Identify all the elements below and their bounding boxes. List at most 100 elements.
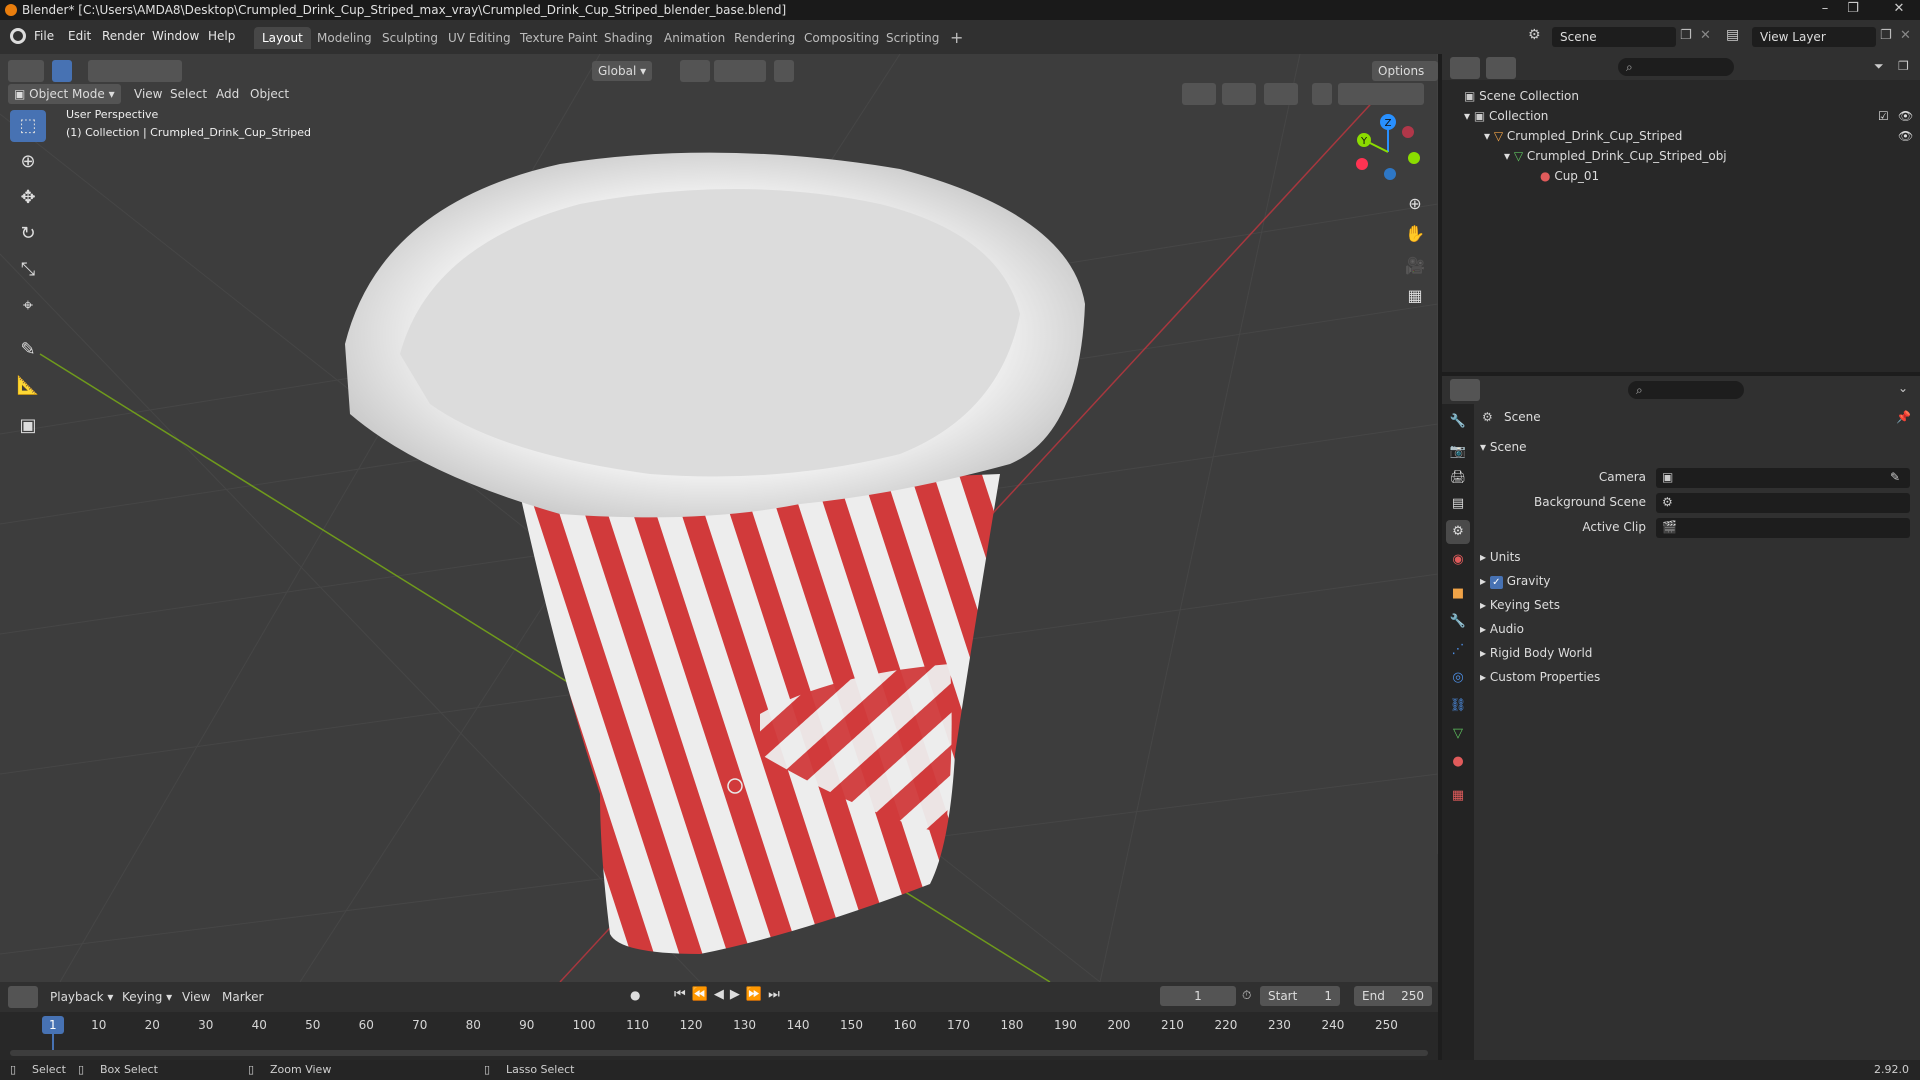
menu-object[interactable]: Object (244, 84, 295, 104)
menu-view-timeline[interactable]: View (176, 987, 216, 1007)
visibility-icon[interactable] (1182, 83, 1216, 105)
end-frame-field[interactable]: End 250 (1354, 986, 1432, 1006)
transform-tool-icon[interactable]: ⌖ (10, 290, 46, 322)
scene-tab-icon[interactable]: ⚙ (1446, 520, 1470, 544)
start-frame-field[interactable]: Start 1 (1260, 986, 1340, 1006)
world-tab-icon[interactable]: ◉ (1446, 548, 1470, 572)
eyedropper-icon[interactable]: ✎ (1890, 470, 1900, 484)
new-scene-icon[interactable]: ❐ (1680, 28, 1692, 43)
scene-selector-icon[interactable]: ⚙ (1528, 27, 1541, 43)
ortho-toggle-icon[interactable]: ▦ (1401, 282, 1429, 310)
output-tab-icon[interactable]: 🖨 (1446, 466, 1470, 490)
modifier-tab-icon[interactable]: 🔧 (1446, 610, 1470, 634)
proportional-edit-icon[interactable] (774, 60, 794, 82)
material-tab-icon[interactable]: ● (1446, 750, 1470, 774)
tab-uv-editing[interactable]: UV Editing (440, 27, 519, 49)
menu-help[interactable]: Help (208, 29, 235, 43)
gizmo-toggle-icon[interactable] (1222, 83, 1256, 105)
panel-units-header[interactable]: ▸ Units (1476, 546, 1920, 568)
menu-window[interactable]: Window (152, 29, 199, 43)
tab-scripting[interactable]: Scripting (878, 27, 947, 49)
measure-tool-icon[interactable]: 📐 (10, 370, 46, 402)
panel-scene-header[interactable]: ▾ Scene (1476, 436, 1920, 458)
expand-arrow-icon[interactable]: ▾ (1504, 149, 1510, 163)
constraints-tab-icon[interactable]: ⛓ (1446, 694, 1470, 718)
shading-mode-buttons[interactable] (1338, 83, 1424, 105)
menu-render[interactable]: Render (102, 29, 145, 43)
menu-playback[interactable]: Playback ▾ (44, 987, 119, 1007)
tab-rendering[interactable]: Rendering (726, 27, 803, 49)
data-tab-icon[interactable]: ▽ (1446, 722, 1470, 746)
scene-name-field[interactable]: Scene (1552, 27, 1676, 47)
filter-icon[interactable]: ⏷ (1874, 59, 1884, 74)
menu-marker[interactable]: Marker (216, 987, 269, 1007)
outliner-editor-type-icon[interactable] (1450, 57, 1480, 79)
panel-rigid-body-world-header[interactable]: ▸ Rigid Body World (1476, 642, 1920, 664)
timeline-editor-type-icon[interactable] (8, 986, 38, 1008)
tab-texture-paint[interactable]: Texture Paint (512, 27, 605, 49)
outliner-item-material[interactable]: ● Cup_01 (1442, 166, 1920, 186)
new-view-layer-icon[interactable]: ❐ (1880, 28, 1892, 43)
rotate-tool-icon[interactable]: ↻ (10, 218, 46, 250)
blender-menu-icon[interactable] (10, 28, 26, 44)
gravity-checkbox[interactable]: ✓ (1489, 576, 1503, 589)
add-workspace-button[interactable]: + (942, 27, 971, 49)
options-dropdown[interactable]: Options ▾ (1372, 61, 1438, 98)
texture-tab-icon[interactable]: ▦ (1446, 784, 1470, 808)
scale-tool-icon[interactable]: ⤡ (10, 254, 46, 286)
tab-compositing[interactable]: Compositing (796, 27, 887, 49)
eye-icon[interactable]: 👁 (1898, 126, 1913, 146)
select-tool-icon[interactable] (52, 60, 72, 82)
eye-icon[interactable]: 👁 (1898, 106, 1913, 126)
properties-search-input[interactable]: ⌕ (1628, 381, 1744, 399)
xray-toggle-icon[interactable] (1312, 83, 1332, 105)
outliner-search-input[interactable]: ⌕ (1618, 58, 1734, 76)
mode-dropdown[interactable]: ▣ Object Mode ▾ (8, 84, 121, 104)
playback-controls[interactable]: ⏮⏪◀▶⏩⏭ (674, 987, 786, 1002)
editor-type-icon[interactable] (8, 60, 44, 82)
transform-orientation-dropdown[interactable]: Global ▾ (592, 61, 653, 81)
camera-view-icon[interactable]: 🎥 (1401, 252, 1429, 280)
3d-viewport[interactable]: Global ▾ Options ▾ ▣ Object Mode ▾ View … (0, 54, 1438, 982)
menu-edit[interactable]: Edit (68, 29, 91, 43)
pan-hand-icon[interactable]: ✋ (1401, 220, 1429, 248)
outliner-item-object[interactable]: ▾ ▽ Crumpled_Drink_Cup_Striped 👁 (1442, 126, 1920, 146)
annotate-tool-icon[interactable]: ✎ (10, 334, 46, 366)
view-layer-field[interactable]: View Layer (1752, 27, 1876, 47)
background-scene-field[interactable]: ⚙ (1656, 493, 1910, 513)
cursor-tool-icon[interactable]: ⊕ (10, 146, 46, 178)
expand-arrow-icon[interactable]: ▾ (1464, 109, 1470, 123)
select-mode-buttons[interactable] (88, 60, 182, 82)
checkbox-icon[interactable]: ☑ (1878, 106, 1889, 126)
new-collection-icon[interactable]: ❐ (1898, 59, 1909, 73)
menu-file[interactable]: File (34, 29, 54, 43)
remove-scene-icon[interactable]: ✕ (1700, 28, 1711, 43)
pivot-icon[interactable] (680, 60, 710, 82)
move-tool-icon[interactable]: ✥ (10, 182, 46, 214)
view-layer-tab-icon[interactable]: ▤ (1446, 492, 1470, 516)
camera-field[interactable]: ▣ ✎ (1656, 468, 1910, 488)
menu-add[interactable]: Add (210, 84, 245, 104)
close-window-button[interactable]: ✕ (1880, 0, 1918, 20)
display-mode-icon[interactable] (1486, 57, 1516, 79)
tab-layout[interactable]: Layout (254, 27, 311, 49)
select-box-tool-icon[interactable]: ⬚ (10, 110, 46, 142)
properties-editor-type-icon[interactable] (1450, 379, 1480, 401)
tab-sculpting[interactable]: Sculpting (374, 27, 446, 49)
tab-modeling[interactable]: Modeling (309, 27, 380, 49)
clock-icon[interactable]: ⏱ (1242, 988, 1251, 1003)
particles-tab-icon[interactable]: ⋰ (1446, 638, 1470, 662)
navigation-gizmo[interactable]: Z Y (1348, 112, 1428, 192)
chevron-down-icon[interactable]: ⌄ (1898, 381, 1908, 395)
expand-arrow-icon[interactable]: ▾ (1484, 129, 1490, 143)
menu-keying[interactable]: Keying ▾ (116, 987, 178, 1007)
snap-icon[interactable] (714, 60, 766, 82)
panel-custom-properties-header[interactable]: ▸ Custom Properties (1476, 666, 1920, 688)
maximize-button[interactable]: ❐ (1840, 0, 1866, 20)
tool-tab-icon[interactable]: 🔧 (1446, 410, 1470, 434)
timeline-scrollbar[interactable] (10, 1050, 1428, 1056)
view-layer-icon[interactable]: ▤ (1726, 27, 1739, 43)
record-icon[interactable]: ● (630, 988, 640, 1002)
physics-tab-icon[interactable]: ◎ (1446, 666, 1470, 690)
minimize-button[interactable]: – (1812, 0, 1838, 20)
